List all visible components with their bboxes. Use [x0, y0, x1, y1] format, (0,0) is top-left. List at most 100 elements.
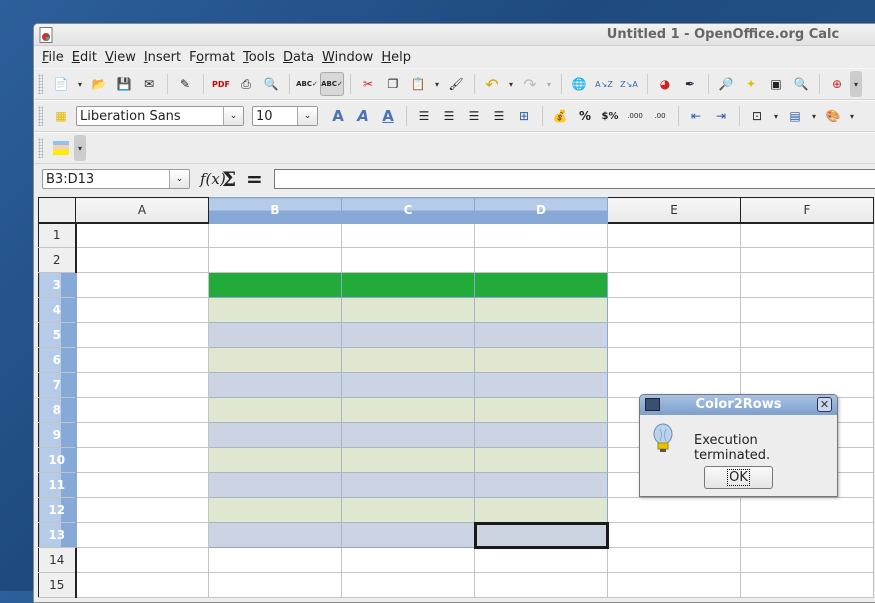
column-header-e[interactable]: E [607, 197, 741, 224]
underline-icon[interactable]: A [376, 104, 400, 128]
paste-icon[interactable]: 📋 [406, 72, 430, 96]
row-header-10[interactable]: 10 [38, 447, 77, 473]
cell-a5[interactable] [75, 322, 209, 348]
cell-d5[interactable] [474, 322, 608, 348]
cell-e4[interactable] [607, 297, 741, 323]
paste-dropdown-icon[interactable]: ▾ [431, 72, 443, 96]
menu-window[interactable]: Window [318, 50, 377, 65]
cell-a1[interactable] [75, 222, 209, 248]
cell-b7[interactable] [208, 372, 342, 398]
cell-d12[interactable] [474, 497, 608, 523]
function-icon[interactable]: = [246, 167, 270, 191]
cell-b10[interactable] [208, 447, 342, 473]
navigator-icon[interactable]: ✦ [739, 72, 763, 96]
cell-e14[interactable] [607, 547, 741, 573]
cell-e12[interactable] [607, 497, 741, 523]
cell-a4[interactable] [75, 297, 209, 323]
cell-c7[interactable] [341, 372, 475, 398]
merge-cells-icon[interactable]: ⊞ [512, 104, 536, 128]
column-header-a[interactable]: A [75, 197, 209, 224]
cell-a15[interactable] [75, 572, 209, 598]
row-header-1[interactable]: 1 [38, 222, 77, 248]
cell-f14[interactable] [740, 547, 874, 573]
redo-icon[interactable]: ↷ [518, 72, 542, 96]
cell-f4[interactable] [740, 297, 874, 323]
cell-a8[interactable] [75, 397, 209, 423]
cell-c3[interactable] [341, 272, 475, 298]
font-color-dropdown-icon[interactable]: ▾ [846, 104, 858, 128]
justify-icon[interactable]: ☰ [487, 104, 511, 128]
align-left-icon[interactable]: ☰ [412, 104, 436, 128]
font-name-value[interactable]: Liberation Sans [77, 109, 223, 124]
row-header-2[interactable]: 2 [38, 247, 77, 273]
cell-e13[interactable] [607, 522, 741, 548]
cell-b6[interactable] [208, 347, 342, 373]
cell-c12[interactable] [341, 497, 475, 523]
cell-c14[interactable] [341, 547, 475, 573]
cell-c11[interactable] [341, 472, 475, 498]
row-header-8[interactable]: 8 [38, 397, 77, 423]
cell-d4[interactable] [474, 297, 608, 323]
menu-tools[interactable]: Tools [239, 50, 279, 65]
find-replace-icon[interactable]: 🔎 [714, 72, 738, 96]
cell-b14[interactable] [208, 547, 342, 573]
cell-c13[interactable] [341, 522, 475, 548]
cell-c4[interactable] [341, 297, 475, 323]
cell-e3[interactable] [607, 272, 741, 298]
menu-data[interactable]: Data [279, 50, 318, 65]
hyperlink-icon[interactable]: 🌐 [567, 72, 591, 96]
row-header-12[interactable]: 12 [38, 497, 77, 523]
row-header-5[interactable]: 5 [38, 322, 77, 348]
menu-insert[interactable]: Insert [140, 50, 185, 65]
cell-a9[interactable] [75, 422, 209, 448]
cell-a12[interactable] [75, 497, 209, 523]
number-format-standard-icon[interactable]: $% [598, 104, 622, 128]
chevron-down-icon[interactable]: ⌄ [169, 170, 189, 188]
add-decimal-icon[interactable]: .000 [623, 104, 647, 128]
menu-view[interactable]: View [101, 50, 140, 65]
toolbar-grip[interactable] [38, 138, 43, 158]
styles-formatting-icon[interactable]: ▦ [49, 104, 73, 128]
font-color-icon[interactable]: 🎨 [821, 104, 845, 128]
color2rows-icon[interactable] [49, 136, 73, 160]
cell-c8[interactable] [341, 397, 475, 423]
function-wizard-icon[interactable]: f(x) [200, 170, 226, 188]
row-header-9[interactable]: 9 [38, 422, 77, 448]
cell-d11[interactable] [474, 472, 608, 498]
undo-dropdown-icon[interactable]: ▾ [505, 72, 517, 96]
cell-a11[interactable] [75, 472, 209, 498]
close-icon[interactable]: ✕ [817, 397, 832, 412]
menu-help[interactable]: Help [377, 50, 415, 65]
redo-dropdown-icon[interactable]: ▾ [543, 72, 555, 96]
percent-icon[interactable]: % [573, 104, 597, 128]
toolbar-grip[interactable] [38, 74, 43, 94]
edit-file-icon[interactable]: ✎ [173, 72, 197, 96]
cell-e2[interactable] [607, 247, 741, 273]
cell-b9[interactable] [208, 422, 342, 448]
chevron-down-icon[interactable]: ⌄ [297, 107, 317, 125]
cell-b2[interactable] [208, 247, 342, 273]
cell-d1[interactable] [474, 222, 608, 248]
sort-ascending-icon[interactable]: A↘Z [592, 72, 616, 96]
increase-indent-icon[interactable]: ⇥ [709, 104, 733, 128]
cell-d9[interactable] [474, 422, 608, 448]
name-box-value[interactable]: B3:D13 [43, 172, 169, 187]
cell-f1[interactable] [740, 222, 874, 248]
autospellcheck-icon[interactable]: ABC✓ [320, 72, 344, 96]
row-header-7[interactable]: 7 [38, 372, 77, 398]
insert-chart-icon[interactable]: ◕ [653, 72, 677, 96]
cell-b15[interactable] [208, 572, 342, 598]
bold-icon[interactable]: A [326, 104, 350, 128]
show-draw-functions-icon[interactable]: ✒ [678, 72, 702, 96]
cell-d10[interactable] [474, 447, 608, 473]
font-size-combo[interactable]: 10 ⌄ [252, 106, 318, 126]
cell-f2[interactable] [740, 247, 874, 273]
cell-d13[interactable] [473, 521, 609, 549]
cell-b8[interactable] [208, 397, 342, 423]
borders-icon[interactable]: ⊡ [745, 104, 769, 128]
cell-f15[interactable] [740, 572, 874, 598]
column-header-c[interactable]: C [341, 197, 475, 224]
cell-b1[interactable] [208, 222, 342, 248]
undo-icon[interactable]: ↶ [480, 72, 504, 96]
decrease-indent-icon[interactable]: ⇤ [684, 104, 708, 128]
